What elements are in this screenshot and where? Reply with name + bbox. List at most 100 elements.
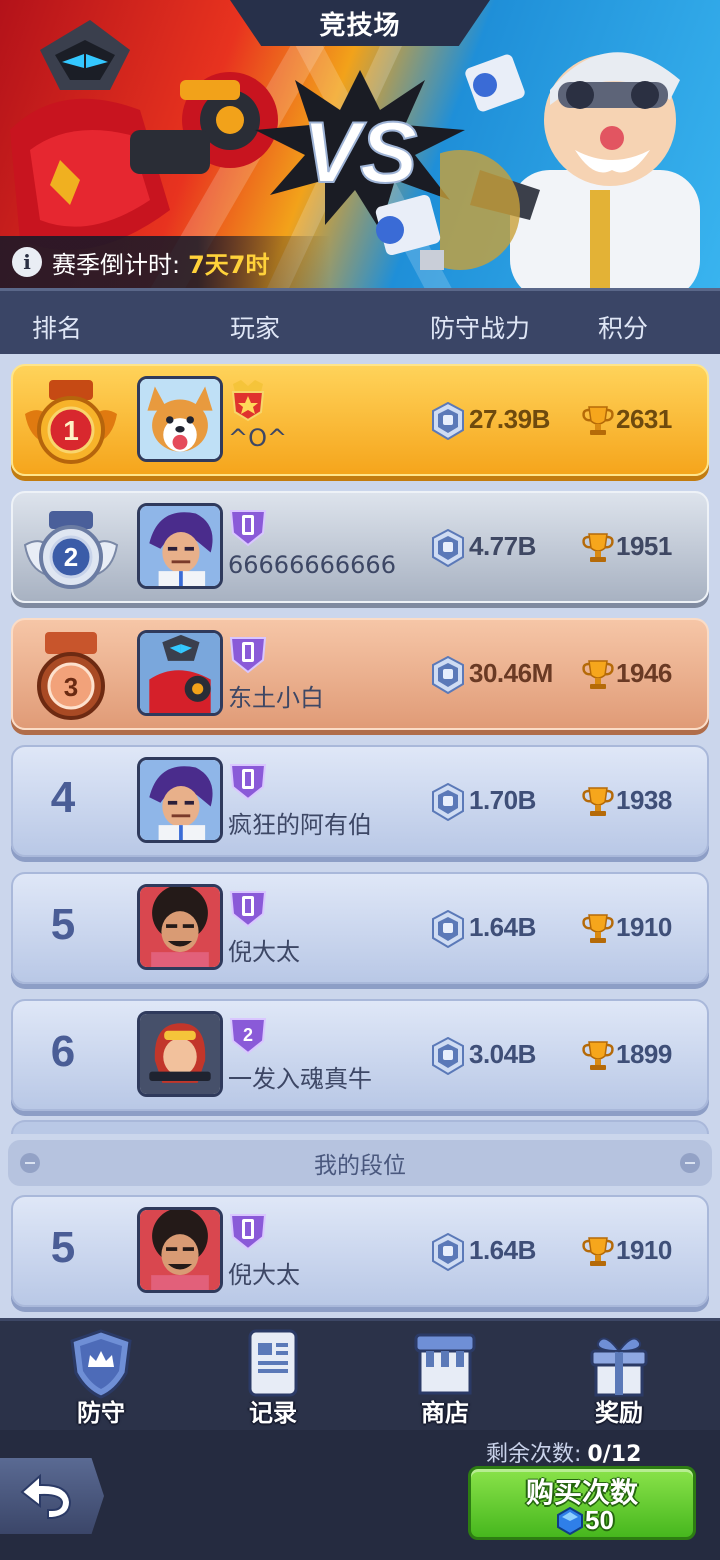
player-name: 一发入魂真牛 [228,1065,372,1093]
rank-badge-icon [229,1214,267,1251]
red-hair-gunner-avatar-icon [140,1014,220,1094]
shop-icon [414,1333,476,1395]
player-avatar[interactable] [137,1207,223,1293]
trophy-icon [582,914,614,943]
defense-power-icon [432,402,464,440]
divider-right-dot-icon [680,1153,700,1173]
doctor-hero-illustration [440,52,700,290]
drone-illustration [375,194,444,270]
ranking-header: 排名 玩家 防守战力 积分 [0,288,720,354]
player-name: 疯狂的阿有伯 [228,811,372,839]
player-name: ^O^ [228,424,288,452]
ranking-row-6[interactable]: 6 2 一发入魂真牛 3.04B 1899 [11,999,709,1111]
defense-power-icon [432,910,464,948]
rank-badge-icon: 2 [229,1018,267,1055]
column-score: 积分 [598,314,649,343]
nav-shop-button[interactable]: 商店 [390,1327,500,1427]
nav-record-label: 记录 [249,1399,297,1427]
score-value: 1938 [616,785,672,815]
defense-power-value: 1.64B [469,912,536,942]
scroll-record-icon [248,1329,298,1397]
blue-gem-icon [557,1507,583,1535]
score-value: 1910 [616,1235,672,1265]
page-title: 竞技场 [319,10,401,41]
nav-reward-button[interactable]: 奖励 [564,1327,674,1427]
robot-avatar-icon [140,633,220,713]
rank-3-medal-text: 3 [64,672,78,702]
player-name: 东土小白 [228,684,324,712]
player-avatar[interactable] [137,757,223,843]
defense-power-value: 27.39B [469,404,550,434]
defense-power-value: 3.04B [469,1039,536,1069]
score-value: 1899 [616,1039,672,1069]
ranking-row-1[interactable]: 1 ^O^ 27.39B 2631 [11,364,709,476]
player-avatar[interactable] [137,884,223,970]
afro-hero-avatar-icon [140,1210,220,1290]
back-button[interactable] [0,1458,104,1534]
gift-icon [590,1337,648,1397]
ranking-row-3[interactable]: 3 东土小白 30.46M 1946 [11,618,709,730]
ranking-row-4[interactable]: 4 疯狂的阿有伯 1.70B 1938 [11,745,709,857]
player-name: 倪大太 [228,1261,300,1289]
my-rank-label: 我的段位 [314,1153,406,1179]
rank-badge-icon [229,637,267,674]
defense-power-icon [432,656,464,694]
column-power: 防守战力 [430,314,531,343]
next-row-peek [11,1120,709,1134]
my-ranking-row[interactable]: 5 倪大太 1.64B 1910 [11,1195,709,1307]
arena-footer: 剩余次数: 0/12 购买次数 50 [0,1430,720,1560]
rank-number: 6 [50,1027,76,1076]
rank-number: 5 [50,1223,76,1272]
bottom-nav: 防守 记录 商店 奖励 [0,1318,720,1430]
defense-power-icon [432,529,464,567]
info-icon[interactable]: i [12,247,42,277]
score-value: 1951 [616,531,672,561]
ranking-row-5[interactable]: 5 倪大太 1.64B 1910 [11,872,709,984]
ranking-row-2[interactable]: 2 66666666666 4.77B 1951 [11,491,709,603]
divider-left-dot-icon [20,1153,40,1173]
trophy-icon [582,406,614,435]
nav-defense-label: 防守 [77,1399,125,1427]
back-arrow-icon [20,1473,72,1519]
rank-badge-icon [231,380,265,422]
rank-1-medal-text: 1 [63,415,79,446]
rank-2-medal-text: 2 [64,542,78,572]
defense-power-value: 30.46M [469,658,553,688]
countdown-value: 7天7时 [188,250,270,279]
defense-power-value: 4.77B [469,531,536,561]
gold-medal-icon: 1 [25,380,117,464]
trophy-icon [582,1041,614,1070]
player-avatar[interactable] [137,630,223,716]
defense-power-icon [432,1233,464,1271]
rank-badge-icon [229,891,267,928]
player-name: 倪大太 [228,938,300,966]
page-title-tab: 竞技场 [230,0,490,46]
score-value: 1910 [616,912,672,942]
trophy-icon [582,660,614,689]
buy-attempts-button[interactable]: 购买次数 50 [468,1466,696,1540]
countdown-label: 赛季倒计时: [52,250,181,279]
trophy-icon [582,533,614,562]
bronze-medal-icon: 3 [37,632,105,720]
badge-level-text: 2 [243,1025,253,1045]
rank-badge-icon [229,764,267,801]
remaining-attempts: 剩余次数: 0/12 [486,1436,641,1468]
nav-record-button[interactable]: 记录 [218,1327,328,1427]
player-avatar[interactable] [137,1011,223,1097]
afro-hero-avatar-icon [140,887,220,967]
rank-number: 4 [50,773,76,822]
player-avatar[interactable] [137,503,223,589]
defense-power-icon [432,1037,464,1075]
remaining-value: 0/12 [587,1442,642,1467]
purple-hair-hero-avatar-icon [140,506,220,586]
defense-power-value: 1.70B [469,785,536,815]
rank-number: 5 [50,900,76,949]
defense-power-icon [432,783,464,821]
arena-banner: VS 竞技场 i 赛季倒计时: 7天7时 [0,0,720,290]
shield-crown-icon [70,1329,132,1399]
column-rank: 排名 [32,314,83,343]
player-avatar[interactable] [137,376,223,462]
silver-medal-icon: 2 [23,511,119,589]
nav-defense-button[interactable]: 防守 [46,1327,156,1427]
trophy-icon [582,787,614,816]
